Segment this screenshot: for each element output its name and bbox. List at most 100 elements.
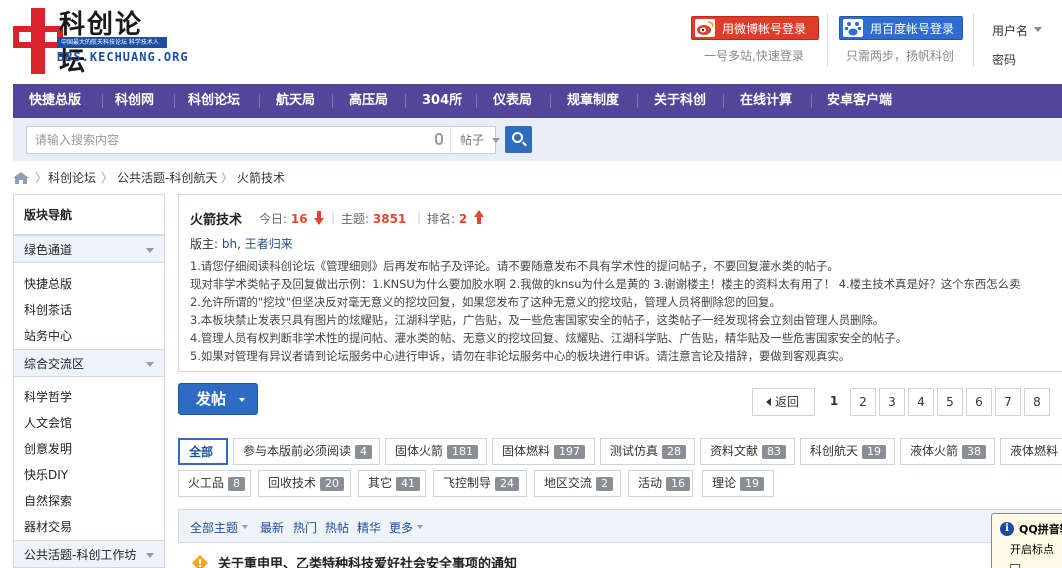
tag-filter[interactable]: 液体燃料 <box>1000 438 1062 465</box>
search-bar: 帖子 <box>13 118 1062 161</box>
page-number[interactable]: 6 <box>966 388 992 416</box>
page-number[interactable]: 3 <box>879 388 905 416</box>
search-icon-handle <box>522 141 527 147</box>
nav-item[interactable]: 在线计算 <box>740 84 792 118</box>
username-label[interactable]: 用户名 <box>992 22 1028 39</box>
moderator-link[interactable]: 王者归来 <box>245 237 293 251</box>
arrow-up-icon <box>474 210 484 224</box>
microphone-icon[interactable] <box>435 133 443 145</box>
page-number[interactable]: 4 <box>908 388 934 416</box>
sidebar-item[interactable]: 人文会馆 <box>24 414 72 431</box>
tag-filter[interactable]: 地区交流 2 <box>534 470 621 497</box>
ime-popup[interactable]: i QQ拼音输入法 开启标点 <box>991 513 1062 568</box>
nav-item[interactable]: 高压局 <box>349 84 388 118</box>
ime-checkbox[interactable] <box>1010 564 1020 568</box>
page-number[interactable]: 2 <box>850 388 876 416</box>
nav-item[interactable]: 规章制度 <box>567 84 619 118</box>
nav-divider <box>637 94 638 108</box>
tag-filter[interactable]: 参与本版前必须阅读 4 <box>233 438 380 465</box>
breadcrumb-item[interactable]: 公共活题-科创航天 <box>117 168 217 188</box>
thread-title: 关于重申甲、乙类特种科技爱好社会安全事项的通知 <box>218 557 518 568</box>
breadcrumb-item[interactable]: 科创论坛 <box>48 168 96 188</box>
filter-hot-posts[interactable]: 热帖 <box>325 519 349 536</box>
tag-filter[interactable]: 理论 19 <box>702 470 774 497</box>
tag-filter[interactable]: 活动 16 <box>628 470 693 497</box>
page-number[interactable]: 7 <box>995 388 1021 416</box>
sidebar-item[interactable]: 创意发明 <box>24 440 72 457</box>
tag-count: 4 <box>355 445 373 459</box>
nav-item[interactable]: 304所 <box>422 84 462 118</box>
tag-filter[interactable]: 飞控制导 24 <box>433 470 527 497</box>
sidebar-item[interactable]: 快捷总版 <box>24 275 72 292</box>
nav-divider <box>259 94 260 108</box>
today-label: 今日: <box>259 212 288 226</box>
nav-item[interactable]: 仪表局 <box>493 84 532 118</box>
nav-item[interactable]: 航天局 <box>276 84 315 118</box>
nav-divider <box>102 94 103 108</box>
site-logo[interactable]: 科创论坛 中国最大的航天科技论坛 科学技术人 BBS.KECHUANG.ORG <box>13 6 188 77</box>
weibo-login-subtext: 一号多站,快速登录 <box>704 49 804 63</box>
chevron-down-icon <box>417 525 423 529</box>
breadcrumb-item[interactable]: 火箭技术 <box>237 168 285 188</box>
tag-count: 197 <box>554 445 586 459</box>
tag-label: 其它 <box>368 476 393 490</box>
all-topics-dropdown[interactable]: 全部主题 <box>190 519 238 536</box>
nav-item[interactable]: 安卓客户端 <box>827 84 892 118</box>
filter-digest[interactable]: 精华 <box>357 519 381 536</box>
thread-row[interactable]: 关于重申甲、乙类特种科技爱好社会安全事项的通知 <box>192 553 552 568</box>
new-post-button[interactable]: 发帖 <box>178 383 258 415</box>
tag-count: 8 <box>228 477 246 491</box>
back-button[interactable]: 返回 <box>752 388 815 416</box>
tag-label: 活动 <box>638 476 663 490</box>
filter-hot[interactable]: 热门 <box>293 519 317 536</box>
tag-filter[interactable]: 固体燃料 197 <box>492 438 595 465</box>
sidebar-item[interactable]: 器材交易 <box>24 518 72 535</box>
page-number[interactable]: 8 <box>1024 388 1050 416</box>
filter-more-dropdown[interactable]: 更多 <box>389 519 413 536</box>
rule-line: 现对非学术类帖子及回复做出示例：1.KNSU为什么要加胶水啊 2.我做的knsu… <box>190 277 1021 291</box>
sidebar-item[interactable]: 快乐DIY <box>24 466 68 483</box>
chevron-down-icon <box>239 398 245 402</box>
tag-filter[interactable]: 固体火箭 181 <box>385 438 487 465</box>
sidebar-item[interactable]: 站务中心 <box>24 327 72 344</box>
moderators-label: 版主: <box>190 237 219 251</box>
tag-filter[interactable]: 资料文献 83 <box>700 438 795 465</box>
ime-popup-title: QQ拼音输入法 <box>1019 523 1062 536</box>
nav-item[interactable]: 快捷总版 <box>29 84 81 118</box>
search-icon <box>512 132 523 143</box>
chevron-down-icon <box>242 525 248 529</box>
search-input[interactable] <box>35 127 425 153</box>
tag-all[interactable]: 全部 <box>178 438 228 465</box>
tag-label: 回收技术 <box>268 476 317 490</box>
tag-filter[interactable]: 测试仿真 28 <box>600 438 695 465</box>
nav-item[interactable]: 科创论坛 <box>188 84 240 118</box>
weibo-icon <box>695 19 715 37</box>
tag-filter[interactable]: 回收技术 20 <box>258 470 351 497</box>
sidebar-item[interactable]: 科创茶话 <box>24 301 72 318</box>
tag-label: 地区交流 <box>544 476 593 490</box>
tag-filter[interactable]: 火工品 8 <box>178 470 251 497</box>
tag-filter[interactable]: 其它 41 <box>358 470 426 497</box>
sidebar-item[interactable]: 科学哲学 <box>24 388 72 405</box>
sidebar-group[interactable]: 公共活题-科创工作坊 <box>14 540 164 568</box>
sidebar-group[interactable]: 绿色通道 <box>14 235 164 263</box>
nav-item[interactable]: 关于科创 <box>654 84 706 118</box>
nav-item[interactable]: 科创网 <box>115 84 154 118</box>
weibo-login-button[interactable]: 用微博帐号登录 <box>691 16 819 40</box>
forum-name: 火箭技术 <box>190 213 243 228</box>
page-number[interactable]: 5 <box>937 388 963 416</box>
chevron-down-icon[interactable] <box>1034 27 1042 32</box>
sidebar-group[interactable]: 综合交流区 <box>14 349 164 377</box>
search-type-select[interactable]: 帖子 <box>450 127 510 153</box>
sidebar-item[interactable]: 自然探索 <box>24 492 72 509</box>
tag-filter[interactable]: 科创航天 19 <box>800 438 895 465</box>
home-icon[interactable] <box>13 172 29 184</box>
rule-line: 4.管理人员有权判断非学术性的提问帖、灌水类的帖、无意义的挖坟回复、炫耀贴、江湖… <box>190 331 908 345</box>
moderator-link[interactable]: bh <box>222 237 237 251</box>
tag-filter[interactable]: 液体火箭 38 <box>900 438 995 465</box>
search-button[interactable] <box>505 126 532 153</box>
arrow-down-icon <box>314 211 324 225</box>
baidu-login-button[interactable]: 用百度帐号登录 <box>839 16 963 40</box>
today-stat: 今日: 16 <box>259 210 308 227</box>
filter-latest[interactable]: 最新 <box>260 519 284 536</box>
